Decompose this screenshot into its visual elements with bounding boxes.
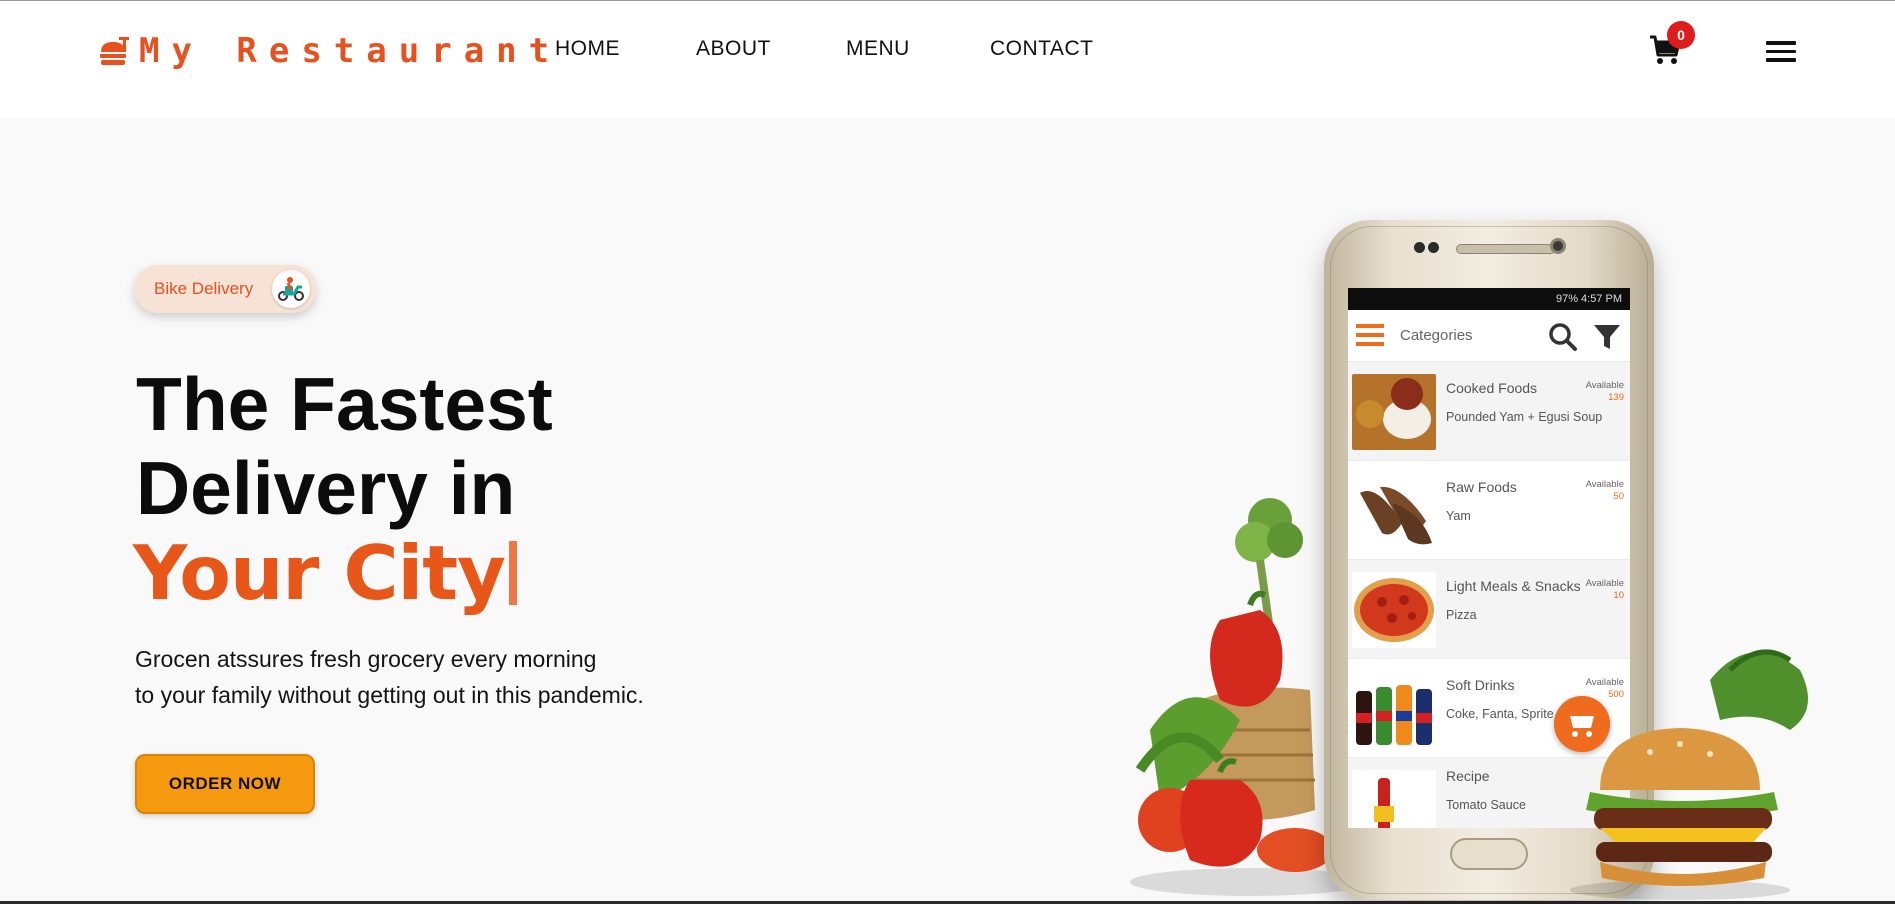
phone-speaker (1456, 244, 1556, 254)
hero-illustration: 97% 4:57 PM Categories Cooked Foods Poun… (1110, 220, 1830, 904)
item-name: Coke, Fanta, Sprite (1446, 707, 1554, 721)
food-logo-icon (100, 37, 129, 65)
nav-home[interactable]: HOME (555, 37, 620, 61)
search-icon (1549, 323, 1577, 351)
hamburger-menu-icon[interactable] (1766, 41, 1796, 63)
hero-description: Grocen atssures fresh grocery every morn… (135, 641, 644, 713)
list-item: Raw Foods Yam Available 50 (1348, 461, 1630, 560)
item-name: Tomato Sauce (1446, 798, 1526, 812)
pizza-thumbnail (1352, 572, 1436, 648)
description-line-2: to your family without getting out in th… (135, 682, 644, 708)
brand-name: My Restaurant (139, 31, 562, 71)
phone-camera (1550, 238, 1566, 254)
headline-line-2: Delivery in (136, 446, 516, 530)
app-toolbar: Categories (1348, 310, 1630, 362)
category-name: Soft Drinks (1446, 677, 1515, 693)
headline-accent-text: Your City (133, 529, 506, 617)
headline-line-1: The Fastest (136, 362, 553, 446)
item-name: Pounded Yam + Egusi Soup (1446, 410, 1603, 424)
phone-home-button (1450, 838, 1528, 870)
app-menu-icon (1356, 324, 1384, 348)
brand-logo-link[interactable]: My Restaurant (97, 31, 561, 71)
top-navbar: My Restaurant HOME ABOUT MENU CONTACT 0 (0, 0, 1895, 118)
pounded-yam-thumbnail (1352, 374, 1436, 450)
available-label: Available (1585, 380, 1624, 391)
tomato-sauce-thumbnail (1352, 770, 1436, 828)
list-item: Cooked Foods Pounded Yam + Egusi Soup Av… (1348, 362, 1630, 461)
category-name: Light Meals & Snacks (1446, 578, 1581, 594)
category-name: Raw Foods (1446, 479, 1517, 495)
phone-status-text: 97% 4:57 PM (1555, 293, 1622, 305)
cart-count-badge: 0 (1667, 21, 1695, 49)
bike-delivery-label: Bike Delivery (154, 279, 254, 298)
hero-headline: The Fastest Delivery in (136, 362, 553, 530)
available-label: Available (1585, 479, 1624, 490)
category-name: Cooked Foods (1446, 380, 1538, 396)
yam-thumbnail (1352, 473, 1436, 549)
filter-icon (1594, 325, 1620, 349)
available-count: 10 (1613, 590, 1624, 601)
typing-caret (508, 541, 517, 605)
nav-about[interactable]: ABOUT (696, 37, 771, 61)
nav-menu[interactable]: MENU (846, 37, 910, 61)
nav-contact[interactable]: CONTACT (990, 37, 1093, 61)
scooter-icon (272, 270, 310, 308)
available-count: 50 (1613, 491, 1624, 502)
order-now-button[interactable]: ORDER NOW (135, 754, 315, 814)
soft-drinks-thumbnail (1352, 671, 1436, 747)
item-name: Yam (1446, 509, 1471, 523)
burger-image (1570, 649, 1808, 900)
item-name: Pizza (1446, 608, 1477, 622)
headline-accent: Your City (133, 528, 517, 618)
app-title: Categories (1400, 327, 1473, 344)
phone-status-bar: 97% 4:57 PM (1348, 288, 1630, 310)
category-name: Recipe (1446, 768, 1490, 784)
available-label: Available (1585, 578, 1624, 589)
bike-delivery-badge: Bike Delivery (134, 265, 316, 313)
available-count: 139 (1608, 392, 1624, 403)
description-line-1: Grocen atssures fresh grocery every morn… (135, 646, 597, 672)
